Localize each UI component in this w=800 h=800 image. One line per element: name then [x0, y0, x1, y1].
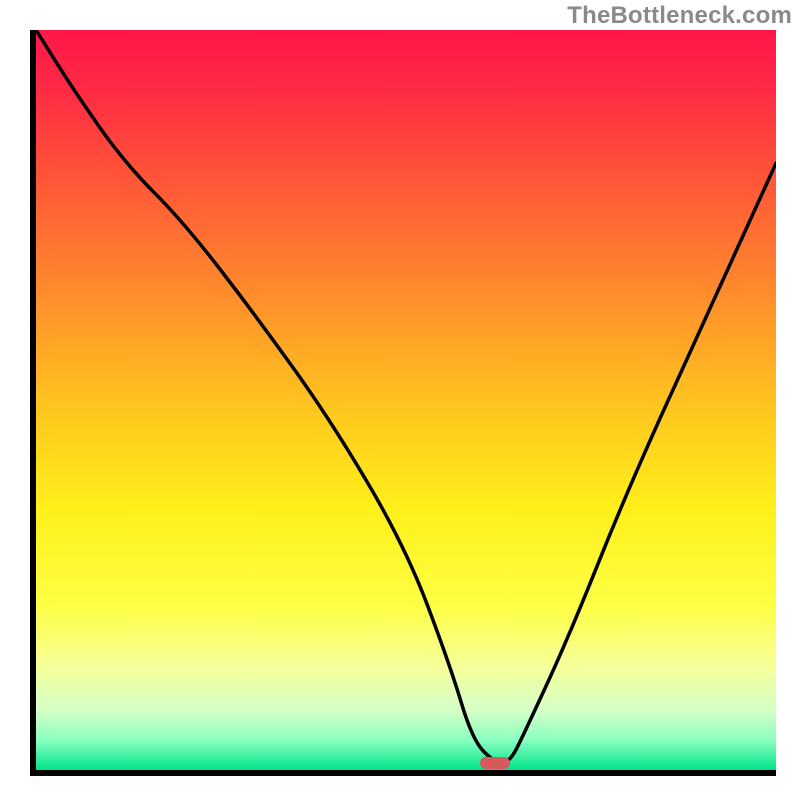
plot-area: [30, 30, 776, 776]
bottleneck-curve-svg: [36, 30, 776, 770]
watermark-text: TheBottleneck.com: [567, 2, 792, 30]
bottleneck-chart: TheBottleneck.com: [0, 0, 800, 800]
optimum-marker: [480, 757, 510, 769]
bottleneck-curve-path: [36, 30, 776, 763]
